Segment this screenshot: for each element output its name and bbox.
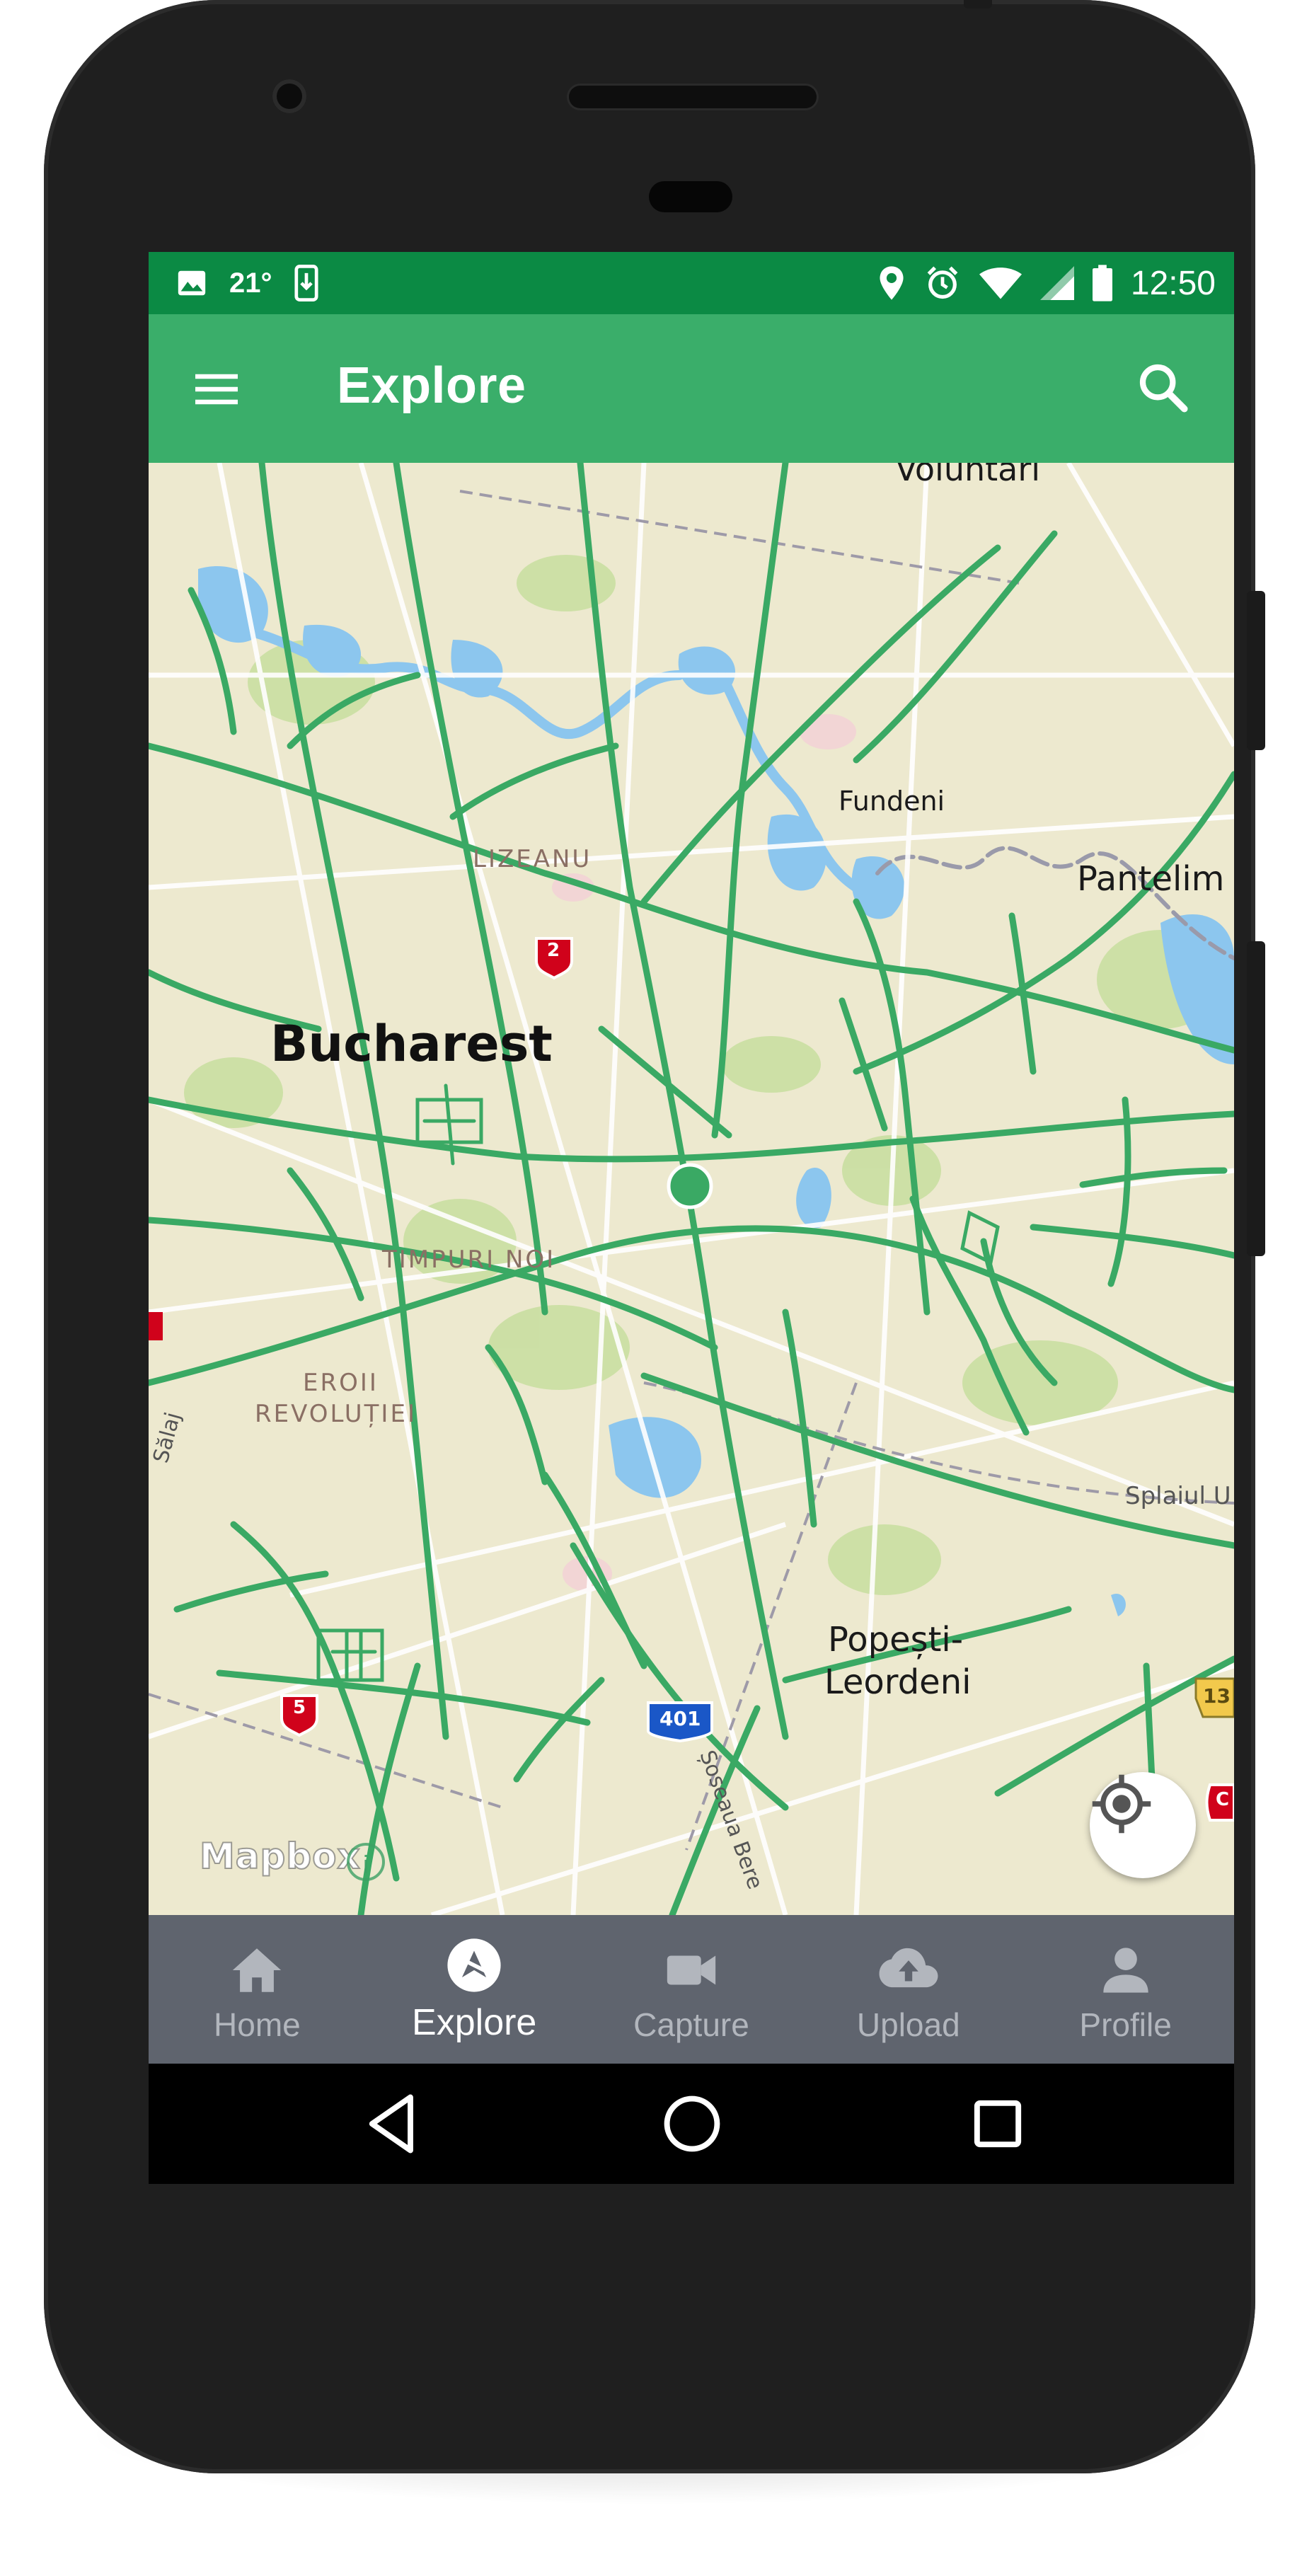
back-triangle-icon[interactable] [357,2088,428,2159]
road-shield-dn2-number: 2 [547,940,560,961]
map-label-voluntari: Voluntari [895,463,1041,488]
nav-capture[interactable]: Capture [583,1915,800,2064]
wifi-icon [979,266,1022,300]
nav-profile[interactable]: Profile [1017,1915,1234,2064]
bottom-navigation: Home Explore Capture Upload Profile [149,1915,1234,2064]
volume-button [1247,941,1265,1256]
nav-upload[interactable]: Upload [800,1915,1017,2064]
map-label-bucharest: Bucharest [270,1015,553,1073]
app-bar: Explore [149,314,1234,463]
map-view[interactable]: Voluntari Fundeni Pantelim LIZEANU Bucha… [149,463,1234,1915]
temperature-text: 21° [229,267,272,299]
cloud-upload-icon [877,1943,940,2001]
status-bar: 21° 12:50 [149,252,1234,314]
nav-home[interactable]: Home [149,1915,366,2064]
nav-profile-label: Profile [1079,2006,1172,2043]
my-location-button[interactable] [1090,1772,1196,1878]
current-location-dot [667,1163,713,1209]
image-icon [175,267,208,299]
nav-explore[interactable]: Explore [366,1915,583,2064]
nav-upload-label: Upload [856,2006,960,2043]
map-canvas [149,463,1234,1915]
alarm-icon [924,265,961,301]
cellular-signal-icon [1039,266,1074,300]
hamburger-menu-icon[interactable] [191,364,242,415]
map-label-timpuri-noi: TIMPURI NOI [382,1246,556,1274]
crosshair-icon [1092,1774,1151,1834]
map-label-leordeni: Leordeni [824,1662,972,1702]
map-label-fundeni: Fundeni [839,786,945,817]
phone-download-icon [294,265,319,301]
nav-explore-label: Explore [412,2002,537,2043]
earpiece-speaker [569,86,817,108]
home-icon [228,1943,286,2001]
proximity-sensor [649,181,732,212]
road-shield-edge-c-number: C [1216,1789,1230,1810]
clock-text: 12:50 [1130,264,1216,302]
map-label-eroii: EROII [303,1369,379,1397]
phone-frame: 21° 12:50 Explore Voluntari Fundeni Pant… [44,0,1265,2473]
explore-compass-icon [445,1936,503,1998]
nav-home-label: Home [214,2006,301,2043]
road-shield-a401-number: 401 [659,1707,701,1730]
top-button [964,0,992,8]
power-button [1247,591,1265,750]
map-label-splaiul: Splaiul U [1125,1482,1231,1510]
road-shield-edge-left [149,1312,163,1340]
map-label-lizeanu: LIZEANU [473,845,592,873]
mapbox-logo: Mapbox [199,1835,361,1878]
map-label-popesti: Popești- [828,1620,964,1660]
video-camera-icon [662,1943,720,2001]
home-circle-icon[interactable] [657,2088,727,2159]
map-label-pantelimon: Pantelim [1077,859,1225,899]
front-camera [272,79,306,113]
nav-capture-label: Capture [633,2006,749,2043]
system-navigation-bar [149,2064,1234,2184]
attribution-info-icon[interactable]: i [347,1843,385,1881]
screen: 21° 12:50 Explore Voluntari Fundeni Pant… [149,252,1234,2184]
location-pin-icon [877,265,906,301]
map-label-revolutiei: REVOLUȚIEI [255,1400,417,1428]
road-shield-dn5-number: 5 [293,1697,306,1718]
recents-square-icon[interactable] [962,2088,1033,2159]
road-shield-dj13-number: 13 [1203,1684,1231,1708]
battery-icon [1092,265,1112,301]
page-title: Explore [337,357,526,414]
search-icon[interactable] [1134,358,1192,416]
person-icon [1099,1943,1153,2001]
